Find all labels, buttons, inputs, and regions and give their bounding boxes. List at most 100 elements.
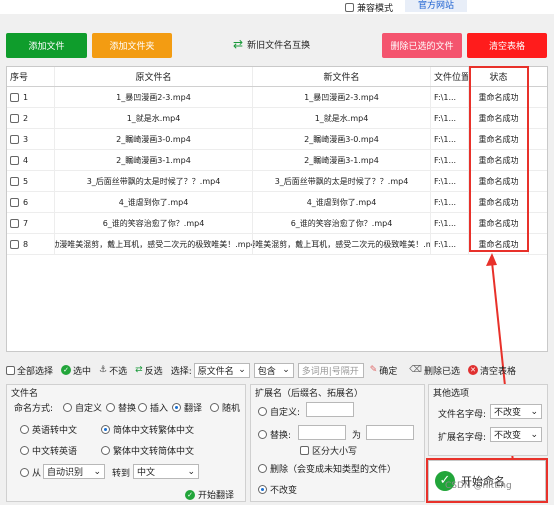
- ext-custom-label: 自定义:: [270, 408, 301, 418]
- row-location: F:\1...: [434, 197, 457, 207]
- row-original-cell: 3_后面丝带飘的太是时候了？？.mp4: [55, 171, 253, 191]
- table-row[interactable]: 7 6_谁的笑容治愈了你？.mp4 6_谁的笑容治愈了你？.mp4 F:\1... 重命…: [7, 213, 547, 234]
- match-select[interactable]: 包含 ⌄: [253, 362, 294, 378]
- official-site-link[interactable]: 官方网站: [405, 0, 467, 12]
- row-new-cell: 1_暴凹漫画2-3.mp4: [253, 87, 431, 107]
- row-location: F:\1...: [434, 134, 457, 144]
- row-checkbox[interactable]: [10, 239, 19, 249]
- row-checkbox[interactable]: [10, 92, 19, 102]
- compat-mode-toggle[interactable]: 兼容模式: [345, 1, 393, 14]
- row-location-cell: F:\1...: [431, 87, 469, 107]
- table-row[interactable]: 5 3_后面丝带飘的太是时候了？？.mp4 3_后面丝带飘的太是时候了？？.mp4 F…: [7, 171, 547, 192]
- ext-replace-from-input[interactable]: [298, 425, 346, 440]
- select-all-checkbox[interactable]: [6, 365, 15, 375]
- clear-table-small-label: 清空表格: [480, 366, 517, 377]
- row-original-cell: 2_瞩崎漫画3-0.mp4: [55, 129, 253, 149]
- start-translate-button[interactable]: ✓ 开始翻译: [185, 488, 234, 501]
- header-new[interactable]: 新文件名: [253, 67, 431, 86]
- table-row[interactable]: 8 动漫唯美混剪，戴上耳机，感受二次元的极致唯美！.mp4动漫唯美混剪，戴上耳机，…: [7, 234, 547, 255]
- ext-case-select[interactable]: 不改变 ⌄: [490, 427, 542, 442]
- uncheck-button[interactable]: ⚓ 不选: [99, 364, 127, 377]
- row-original-name: 动漫唯美混剪，戴上耳机，感受二次元的极致唯美！.mp4: [55, 239, 253, 249]
- clear-table-small-button[interactable]: ✕ 清空表格: [468, 364, 516, 377]
- row-checkbox[interactable]: [10, 218, 19, 228]
- delete-selected-button[interactable]: 删除已选的文件: [382, 33, 462, 58]
- opt-label: 英语转中文: [32, 426, 78, 436]
- opt-en-to-cn[interactable]: 英语转中文: [20, 423, 77, 436]
- swap-names-button[interactable]: ⇄ 新旧文件名互换: [233, 37, 310, 51]
- add-file-button[interactable]: 添加文件: [6, 33, 87, 58]
- header-no[interactable]: 序号: [7, 67, 55, 86]
- compat-mode-checkbox[interactable]: [345, 3, 354, 12]
- mode-insert[interactable]: 插入: [138, 401, 168, 414]
- mode-custom[interactable]: 自定义: [63, 401, 102, 414]
- row-status: 重命名成功: [478, 113, 519, 123]
- table-row[interactable]: 1 1_暴凹漫画2-3.mp4 1_暴凹漫画2-3.mp4 F:\1... 重命名成功: [7, 87, 547, 108]
- field-select[interactable]: 原文件名 ⌄: [193, 362, 250, 378]
- table-row[interactable]: 6 4_谁虐到你了.mp4 4_谁虐到你了.mp4 F:\1... 重命名成功: [7, 192, 547, 213]
- from-label: 从: [32, 469, 42, 479]
- to-language-select[interactable]: 中文 ⌄: [133, 464, 199, 479]
- mode-label: 随机: [222, 404, 241, 414]
- mode-replace[interactable]: 替换: [106, 401, 136, 414]
- row-checkbox[interactable]: [10, 134, 19, 144]
- table-row[interactable]: 4 2_瞩崎漫画3-1.mp4 2_瞩崎漫画3-1.mp4 F:\1... 重命名成功: [7, 150, 547, 171]
- row-no-cell: 2: [7, 108, 55, 128]
- name-case-select[interactable]: 不改变 ⌄: [490, 404, 542, 419]
- ext-delete-option[interactable]: 删除（会变成未知类型的文件）: [258, 462, 396, 475]
- row-location: F:\1...: [434, 239, 457, 249]
- mode-translate[interactable]: 翻译: [172, 401, 202, 414]
- invert-button[interactable]: ⇄ 反选: [135, 364, 163, 377]
- row-checkbox[interactable]: [10, 113, 19, 123]
- opt-simp-to-trad[interactable]: 简体中文转繁体中文: [101, 423, 194, 436]
- row-no: 7: [23, 218, 29, 228]
- filter-input[interactable]: 多词用|号隔开: [297, 362, 364, 378]
- row-original-cell: 1_暴凹漫画2-3.mp4: [55, 87, 253, 107]
- header-location[interactable]: 文件位置: [431, 67, 469, 86]
- row-no: 5: [23, 176, 29, 186]
- row-location-cell: F:\1...: [431, 213, 469, 233]
- from-language-select[interactable]: 自动识别 ⌄: [43, 464, 105, 479]
- case-sensitive-checkbox[interactable]: [300, 446, 309, 455]
- add-folder-button[interactable]: 添加文件夹: [92, 33, 172, 58]
- delete-selected-small-button[interactable]: ⌫ 删除已选: [409, 364, 460, 377]
- ext-replace-to-input[interactable]: [366, 425, 414, 440]
- row-location: F:\1...: [434, 113, 457, 123]
- row-checkbox[interactable]: [10, 155, 19, 165]
- row-checkbox[interactable]: [10, 176, 19, 186]
- watermark: CSDN @nitting: [445, 481, 512, 491]
- chevron-down-icon: ⌄: [187, 466, 195, 477]
- ext-case-label: 扩展名字母:: [438, 433, 487, 443]
- opt-cn-to-en[interactable]: 中文转英语: [20, 444, 77, 457]
- table-row[interactable]: 3 2_瞩崎漫画3-0.mp4 2_瞩崎漫画3-0.mp4 F:\1... 重命名成功: [7, 129, 547, 150]
- row-new-name: 3_后面丝带飘的太是时候了？？.mp4: [274, 176, 409, 186]
- radio-icon: [258, 485, 267, 494]
- row-checkbox[interactable]: [10, 197, 19, 207]
- ext-replace-option[interactable]: 替换:: [258, 428, 291, 441]
- from-option[interactable]: 从: [20, 466, 41, 479]
- row-new-cell: 4_谁虐到你了.mp4: [253, 192, 431, 212]
- ext-custom-option[interactable]: 自定义:: [258, 405, 300, 418]
- choose-label: 选择:: [170, 366, 192, 377]
- ext-unchanged-option[interactable]: 不改变: [258, 483, 297, 496]
- radio-icon: [258, 407, 267, 416]
- row-new-cell: 6_谁的笑容治愈了你？.mp4: [253, 213, 431, 233]
- case-sensitive-label: 区分大小写: [312, 447, 358, 457]
- confirm-icon: ✎: [369, 365, 378, 375]
- check-button[interactable]: ✓ 选中: [61, 364, 91, 377]
- delete-selected-small-label: 删除已选: [424, 366, 461, 377]
- header-status[interactable]: 状态: [469, 67, 529, 86]
- confirm-button[interactable]: ✎ 确定: [370, 364, 398, 377]
- table-row[interactable]: 2 1_就是水.mp4 1_就是水.mp4 F:\1... 重命名成功: [7, 108, 547, 129]
- case-sensitive-toggle[interactable]: 区分大小写: [300, 444, 357, 457]
- ext-custom-input[interactable]: [306, 402, 354, 417]
- clear-table-button[interactable]: 清空表格: [467, 33, 547, 58]
- opt-trad-to-simp[interactable]: 繁体中文转简体中文: [101, 444, 194, 457]
- row-status: 重命名成功: [478, 239, 519, 249]
- row-original-cell: 6_谁的笑容治愈了你？.mp4: [55, 213, 253, 233]
- mode-random[interactable]: 随机: [210, 401, 240, 414]
- header-original[interactable]: 原文件名: [55, 67, 253, 86]
- row-new-name: 4_谁虐到你了.mp4: [306, 197, 377, 207]
- select-all-toggle[interactable]: 全部选择: [6, 364, 53, 377]
- close-icon: ✕: [468, 365, 479, 375]
